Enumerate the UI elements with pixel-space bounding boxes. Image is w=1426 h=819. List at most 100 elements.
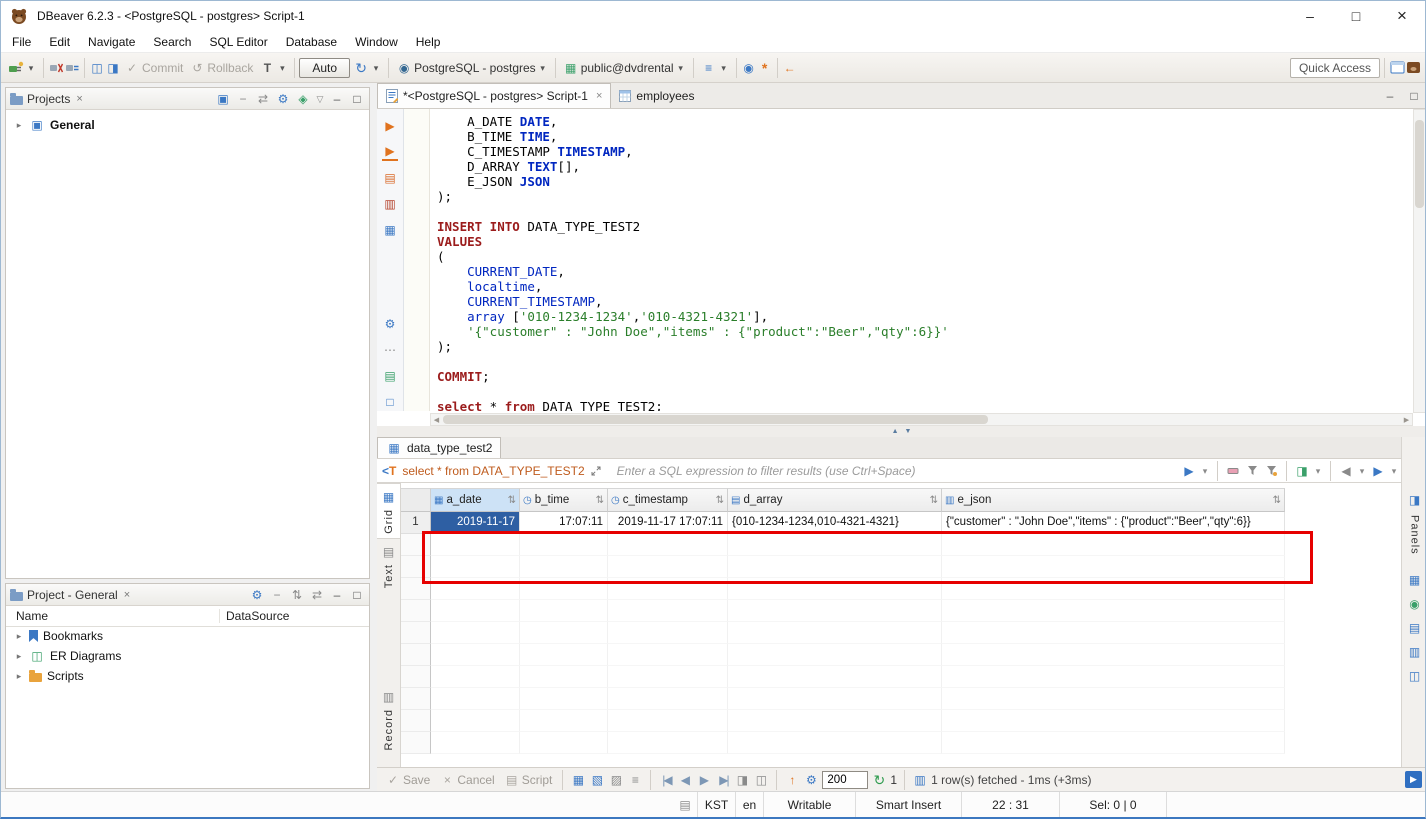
expand-filter-icon[interactable] — [588, 462, 604, 480]
tree-item-scripts[interactable]: ▸ Scripts — [6, 667, 369, 685]
scroll-left-icon[interactable]: ◀ — [431, 416, 442, 424]
filter-history-dropdown-icon[interactable]: ▾ — [1200, 462, 1210, 480]
editor-results-sash[interactable]: ▲ ▼ — [377, 426, 1425, 437]
cell-c_timestamp[interactable]: 2019-11-17 17:07:11 — [608, 512, 728, 534]
editor-gutter[interactable] — [404, 109, 430, 411]
save-button[interactable]: ✓ Save — [382, 768, 433, 792]
sort-icon[interactable]: ⇅ — [289, 586, 305, 604]
row-number-cell[interactable]: 1 — [401, 512, 431, 534]
script-button[interactable]: ▤ Script — [501, 768, 556, 792]
connection-selector[interactable]: ◉ PostgreSQL - postgres ▾ — [393, 56, 551, 80]
history-back-icon[interactable]: ◀ — [1338, 462, 1354, 480]
menu-item-navigate[interactable]: Navigate — [79, 31, 144, 53]
analyze-query-icon[interactable]: ▥ — [382, 195, 398, 213]
history-forward-icon[interactable]: ▶ — [1370, 462, 1386, 480]
tab-script-1[interactable]: *<PostgreSQL - postgres> Script-1 × — [377, 83, 612, 108]
column-filter-sort-icon[interactable]: ⇅ — [1273, 495, 1281, 506]
execute-script-icon[interactable]: ▶ — [382, 143, 398, 161]
column-filter-sort-icon[interactable]: ⇅ — [716, 495, 724, 506]
navigate-back-icon[interactable]: ← — [782, 59, 798, 77]
grid-corner-cell[interactable] — [401, 488, 431, 512]
filter-type-icon[interactable]: < T — [379, 464, 399, 478]
execute-statement-icon[interactable]: ▶ — [382, 117, 398, 135]
disconnect-icon[interactable] — [48, 59, 64, 77]
panels-dropdown-icon[interactable]: ▾ — [1313, 462, 1323, 480]
edit-filter-icon[interactable] — [1263, 462, 1279, 480]
scrollbar-thumb[interactable] — [1415, 120, 1424, 208]
panels-toggle-icon[interactable]: ◨ — [1294, 462, 1310, 480]
minimize-panel-icon[interactable]: – — [329, 586, 345, 604]
menu-item-search[interactable]: Search — [144, 31, 200, 53]
tab-employees[interactable]: employees — [611, 83, 702, 108]
minimize-editor-icon[interactable]: – — [1382, 87, 1398, 105]
refresh-button[interactable]: ↻ ▾ — [350, 56, 384, 80]
column-header-name[interactable]: Name — [6, 609, 220, 623]
editor-horizontal-scrollbar[interactable]: ◀ ▶ — [430, 413, 1413, 426]
status-caret-position[interactable]: 22 : 31 — [961, 792, 1059, 817]
panels-icon[interactable]: ◨ — [1407, 491, 1423, 509]
last-row-icon[interactable]: ▶| — [715, 771, 731, 789]
refresh-results-icon[interactable]: ↻ — [871, 771, 887, 789]
pending-transactions-icon[interactable]: ◨ — [105, 59, 121, 77]
cell-d_array[interactable]: {010-1234-1234,010-4321-4321} — [728, 512, 942, 534]
commit-button[interactable]: ✓ Commit — [121, 56, 186, 80]
expand-arrow-icon[interactable]: ▸ — [14, 671, 24, 682]
minimize-window-button[interactable]: – — [1287, 1, 1333, 31]
quick-access-button[interactable]: Quick Access — [1289, 57, 1380, 78]
previous-row-icon[interactable]: ◀ — [677, 771, 693, 789]
cell-a_date[interactable]: 2019-11-17 — [431, 512, 520, 534]
editor-vertical-scrollbar[interactable] — [1413, 109, 1425, 413]
close-window-button[interactable]: × — [1379, 1, 1425, 31]
settings-icon[interactable]: ⚙ — [249, 586, 265, 604]
expand-results-icon[interactable]: ▶ — [1405, 771, 1422, 788]
refresh-dropdown-icon[interactable]: ▾ — [371, 59, 381, 77]
globe-icon[interactable]: ◉ — [741, 59, 757, 77]
duplicate-row-icon[interactable]: ▧ — [589, 771, 605, 789]
add-row-icon[interactable]: ▦ — [570, 771, 586, 789]
close-view-icon[interactable]: × — [76, 93, 82, 105]
text-view-tab[interactable]: ▤ Text — [377, 539, 400, 592]
sash-down-icon[interactable]: ▼ — [905, 428, 912, 435]
value-panel-icon[interactable]: ▦ — [1407, 571, 1423, 589]
grid-view-tab[interactable]: ▦ Grid — [377, 483, 400, 539]
settings-icon[interactable]: ⚙ — [275, 90, 291, 108]
expand-arrow-icon[interactable]: ▸ — [14, 651, 24, 662]
expand-arrow-icon[interactable]: ▸ — [14, 120, 24, 131]
column-header-c_timestamp[interactable]: ◷ c_timestamp ⇅ — [608, 488, 728, 512]
menu-item-window[interactable]: Window — [346, 31, 407, 53]
grid-settings-icon[interactable]: ⚙ — [803, 771, 819, 789]
link-editor-icon[interactable]: ⇄ — [309, 586, 325, 604]
schema-selector[interactable]: ▦ public@dvdrental ▾ — [560, 56, 689, 80]
sash-up-icon[interactable]: ▲ — [892, 428, 899, 435]
new-panel-icon[interactable]: ▣ — [215, 90, 231, 108]
filter-sql-text[interactable]: select * from DATA_TYPE_TEST2 — [402, 464, 584, 478]
maximize-editor-icon[interactable]: □ — [1406, 87, 1422, 105]
close-view-icon[interactable]: × — [124, 589, 130, 601]
rollback-button[interactable]: ↺ Rollback — [186, 56, 256, 80]
cell-e_json[interactable]: {"customer" : "John Doe","items" : {"pro… — [942, 512, 1285, 534]
tree-item-general[interactable]: ▸ ▣ General — [6, 114, 369, 136]
grouping-panel-icon[interactable]: ▥ — [1407, 643, 1423, 661]
export-results-icon[interactable]: ↑ — [784, 771, 800, 789]
tree-item-er-diagrams[interactable]: ▸ ◫ ER Diagrams — [6, 645, 369, 667]
explain-plan-icon[interactable]: ▤ — [382, 169, 398, 187]
history-forward-dropdown-icon[interactable]: ▾ — [1389, 462, 1399, 480]
transaction-mode-dropdown[interactable]: T ▾ — [256, 56, 290, 80]
column-header-d_array[interactable]: ▤ d_array ⇅ — [728, 488, 942, 512]
column-header-a_date[interactable]: ▦ a_date ⇅ — [431, 488, 520, 512]
history-back-dropdown-icon[interactable]: ▾ — [1357, 462, 1367, 480]
scrollbar-thumb[interactable] — [443, 415, 988, 424]
metadata-panel-icon[interactable]: ▤ — [1407, 619, 1423, 637]
record-view-tab[interactable]: ▥ Record — [377, 684, 400, 754]
dbeaver-perspective-icon[interactable] — [1405, 59, 1421, 77]
new-connection-dropdown-icon[interactable]: ▾ — [26, 59, 36, 77]
menu-item-database[interactable]: Database — [277, 31, 346, 53]
transaction-log-icon[interactable]: ◫ — [89, 59, 105, 77]
wand-icon[interactable]: * — [757, 59, 773, 77]
status-write-mode[interactable]: Writable — [763, 792, 855, 817]
status-language[interactable]: en — [735, 792, 763, 817]
edit-value-icon[interactable]: ≡ — [627, 771, 643, 789]
delete-row-icon[interactable]: ▨ — [608, 771, 624, 789]
cancel-button[interactable]: × Cancel — [436, 768, 497, 792]
column-filter-sort-icon[interactable]: ⇅ — [596, 495, 604, 506]
